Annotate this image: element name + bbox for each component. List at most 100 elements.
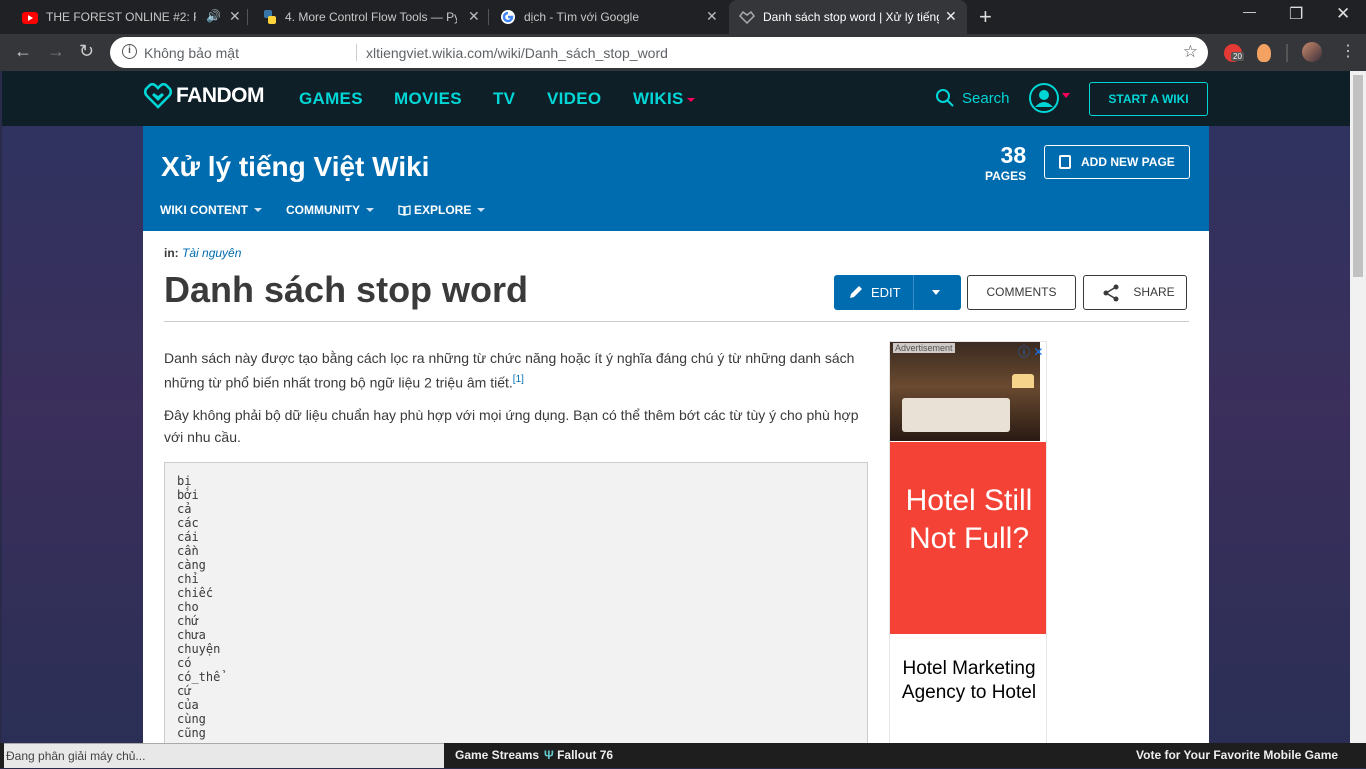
ad-headline[interactable]: Hotel Still Not Full? bbox=[890, 442, 1046, 634]
chevron-down-icon bbox=[254, 208, 262, 212]
nav-movies[interactable]: MOVIES bbox=[394, 89, 462, 109]
security-label[interactable]: Không bảo mật bbox=[144, 45, 239, 61]
tab-python[interactable]: 4. More Control Flow Tools — Py ✕ bbox=[248, 0, 489, 34]
add-new-page-button[interactable]: ADD NEW PAGE bbox=[1044, 145, 1190, 179]
category-link[interactable]: Tài nguyên bbox=[182, 246, 241, 260]
stopword-item: chỉ bbox=[177, 572, 199, 586]
fallout-76-link[interactable]: Ψ Fallout 76 bbox=[544, 748, 613, 762]
share-icon bbox=[1103, 284, 1119, 302]
menu-label: WIKI CONTENT bbox=[160, 203, 248, 217]
ad-subtext[interactable]: Hotel Marketing Agency to Hotel bbox=[890, 657, 1046, 705]
vote-banner-link[interactable]: Vote for Your Favorite Mobile Game of th… bbox=[1136, 748, 1341, 762]
intro-text: Danh sách này được tạo bằng cách lọc ra … bbox=[164, 350, 855, 391]
tab-fandom-active[interactable]: Danh sách stop word | Xử lý tiếng ✕ bbox=[729, 0, 967, 34]
reload-button[interactable]: ↻ bbox=[79, 41, 94, 62]
breadcrumb-prefix: in: bbox=[164, 246, 179, 260]
tab-close-icon[interactable]: ✕ bbox=[229, 8, 241, 25]
menu-wiki-content[interactable]: WIKI CONTENT bbox=[160, 203, 262, 217]
search-button[interactable]: Search bbox=[935, 88, 1010, 108]
web-page: FANDOM GAMES MOVIES TV VIDEO WIKIS Searc… bbox=[2, 71, 1350, 743]
audio-icon[interactable]: 🔊 bbox=[206, 9, 221, 23]
info-icon[interactable]: i bbox=[122, 44, 137, 59]
stopword-item: càng bbox=[177, 558, 206, 572]
nav-games[interactable]: GAMES bbox=[299, 89, 363, 109]
nav-tv[interactable]: TV bbox=[493, 89, 515, 109]
add-new-page-label: ADD NEW PAGE bbox=[1081, 155, 1175, 169]
chevron-down-icon bbox=[366, 208, 374, 212]
new-tab-button[interactable]: + bbox=[979, 4, 992, 30]
edit-label: EDIT bbox=[871, 285, 901, 300]
reference-link[interactable]: [1] bbox=[513, 374, 524, 385]
forward-button[interactable]: → bbox=[47, 41, 65, 62]
search-icon bbox=[936, 89, 954, 107]
fandom-logo[interactable]: FANDOM bbox=[144, 83, 265, 109]
stopword-item: cái bbox=[177, 530, 199, 544]
stopword-item: cả bbox=[177, 502, 192, 516]
menu-kebab-icon[interactable]: ⋮ bbox=[1340, 41, 1356, 61]
tab-youtube[interactable]: THE FOREST ONLINE #2: RA 🔊 ✕ bbox=[0, 0, 248, 34]
nav-wikis[interactable]: WIKIS bbox=[633, 89, 695, 109]
fandom-icon bbox=[739, 10, 755, 24]
browser-toolbar: ← → ↻ i Không bảo mật xltiengviet.wikia.… bbox=[0, 34, 1366, 71]
game-streams-link[interactable]: Game Streams bbox=[455, 748, 539, 762]
page-title: Danh sách stop word bbox=[164, 269, 529, 310]
comments-button[interactable]: COMMENTS bbox=[967, 275, 1076, 310]
stopword-item: chưa bbox=[177, 628, 206, 642]
bookmark-star-icon[interactable]: ☆ bbox=[1183, 42, 1198, 62]
share-button[interactable]: SHARE bbox=[1083, 275, 1187, 310]
intro-paragraph: Danh sách này được tạo bằng cách lọc ra … bbox=[164, 347, 864, 394]
stopword-item: chiếc bbox=[177, 586, 214, 600]
menu-explore[interactable]: EXPLORE bbox=[398, 203, 486, 217]
breadcrumb: in: Tài nguyên bbox=[164, 246, 241, 260]
nav-video[interactable]: VIDEO bbox=[547, 89, 601, 109]
ad-label: Advertisement bbox=[893, 343, 955, 353]
url-text[interactable]: xltiengviet.wikia.com/wiki/Danh_sách_sto… bbox=[366, 45, 668, 61]
page-scrollbar[interactable] bbox=[1350, 71, 1366, 743]
share-label: SHARE bbox=[1133, 285, 1175, 299]
stopword-item: có bbox=[177, 656, 192, 670]
chevron-down-icon bbox=[686, 97, 695, 102]
extension-adblock-icon[interactable]: 20 bbox=[1224, 44, 1244, 62]
minimize-button[interactable]: — bbox=[1243, 4, 1256, 19]
antenna-icon: Ψ bbox=[544, 748, 554, 762]
tab-title: dịch - Tìm với Google bbox=[524, 10, 640, 24]
page-count[interactable]: 38 PAGES bbox=[985, 142, 1026, 183]
note-paragraph: Đây không phải bộ dữ liệu chuẩn hay phù … bbox=[164, 407, 859, 445]
back-button[interactable]: ← bbox=[14, 41, 32, 62]
edit-dropdown-chevron-icon[interactable] bbox=[932, 290, 940, 295]
advertisement[interactable]: Advertisement ⓘ ✕ Hotel Still Not Full? … bbox=[889, 341, 1047, 743]
profile-avatar[interactable] bbox=[1302, 42, 1322, 62]
tab-close-icon[interactable]: ✕ bbox=[945, 8, 957, 25]
tab-close-icon[interactable]: ✕ bbox=[706, 8, 718, 25]
stopword-item: chuyện bbox=[177, 642, 221, 656]
menu-community[interactable]: COMMUNITY bbox=[286, 203, 374, 217]
stopword-code-block: bị bởi cả các cái cần càng chỉ chiếc cho chứ chưa ch… bbox=[164, 462, 868, 743]
user-icon bbox=[1035, 90, 1053, 107]
wiki-title[interactable]: Xử lý tiếng Việt Wiki bbox=[161, 151, 429, 183]
stopword-list: bị bởi cả các cái cần càng chỉ chiếc cho chứ chưa ch… bbox=[177, 474, 220, 740]
close-window-button[interactable]: ✕ bbox=[1336, 4, 1350, 24]
address-bar[interactable]: i Không bảo mật xltiengviet.wikia.com/wi… bbox=[110, 37, 1208, 68]
restore-button[interactable]: ❐ bbox=[1289, 4, 1303, 24]
stopword-item: cứ bbox=[177, 684, 192, 698]
chevron-down-icon[interactable] bbox=[1062, 93, 1070, 98]
stopword-item: các bbox=[177, 516, 199, 530]
tab-bar: THE FOREST ONLINE #2: RA 🔊 ✕ 4. More Con… bbox=[0, 0, 1366, 34]
start-a-wiki-button[interactable]: START A WIKI bbox=[1089, 82, 1208, 116]
bottom-bar: Đang phân giải máy chủ... Game Streams Ψ… bbox=[0, 743, 1366, 768]
ad-choices-icon[interactable]: ⓘ ✕ bbox=[1018, 343, 1043, 360]
scrollbar-thumb[interactable] bbox=[1353, 75, 1363, 277]
fallout-label: Fallout 76 bbox=[557, 748, 614, 762]
stopword-item: cần bbox=[177, 544, 199, 558]
extension-badge: 20 bbox=[1231, 52, 1244, 61]
google-icon bbox=[501, 10, 515, 24]
stopword-item: cho bbox=[177, 600, 199, 614]
edit-button[interactable]: EDIT bbox=[834, 275, 961, 310]
tab-google[interactable]: dịch - Tìm với Google ✕ bbox=[488, 0, 728, 34]
menu-label: EXPLORE bbox=[414, 203, 472, 217]
extension-icon[interactable] bbox=[1257, 44, 1271, 62]
menu-label: COMMUNITY bbox=[286, 203, 360, 217]
tab-close-icon[interactable]: ✕ bbox=[468, 8, 480, 25]
user-avatar-icon[interactable] bbox=[1029, 83, 1059, 113]
fandom-heart-icon bbox=[144, 83, 172, 109]
